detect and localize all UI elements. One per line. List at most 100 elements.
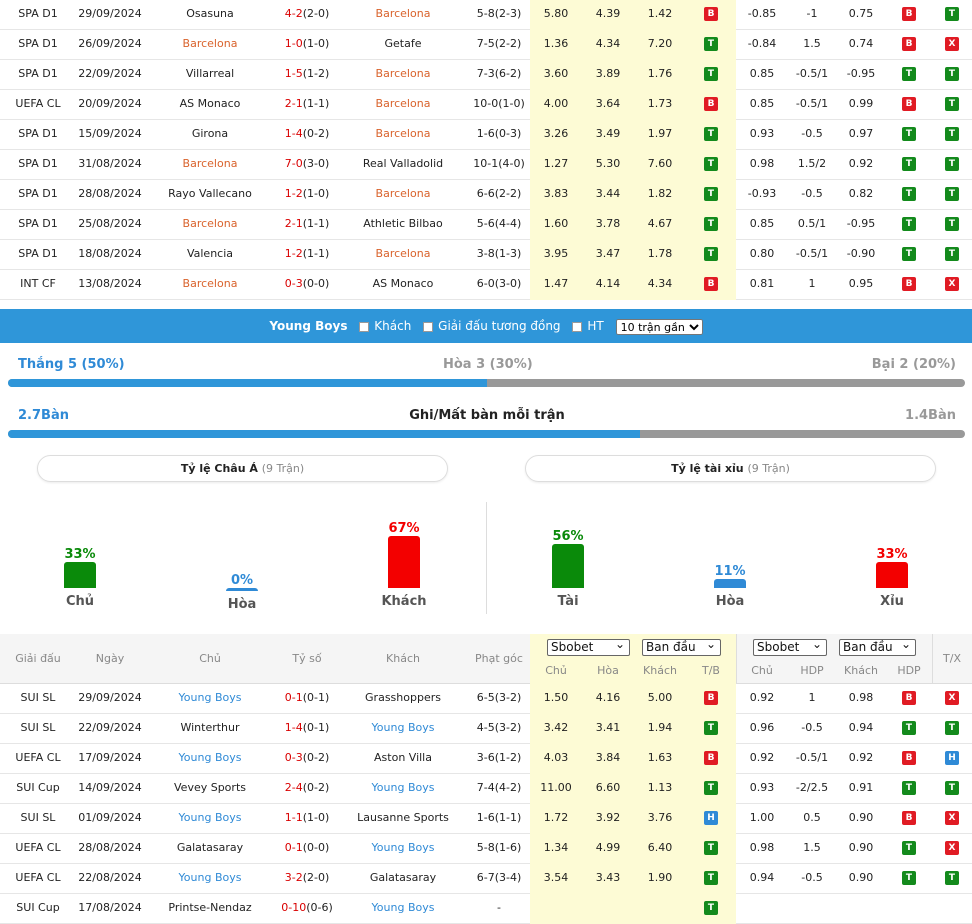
cell-home[interactable]: Printse-Nendaz <box>144 894 276 924</box>
cell-home[interactable]: Young Boys <box>144 684 276 714</box>
result-badge: B <box>704 97 718 111</box>
over-under-tab[interactable]: Tỷ lệ tài xỉu (9 Trận) <box>525 455 936 482</box>
cell-h2: 0.74 <box>836 30 886 60</box>
cell-home[interactable]: Galatasaray <box>144 834 276 864</box>
odds-type-select[interactable]: Ban đầu <box>642 637 721 656</box>
match-count-select[interactable]: 10 trận gần <box>615 318 703 335</box>
ou-bar <box>552 544 584 588</box>
cell-o1: 3.26 <box>530 120 582 150</box>
cell-home[interactable]: Barcelona <box>144 270 276 300</box>
cell-home[interactable]: AS Monaco <box>144 90 276 120</box>
cell-league: SPA D1 <box>0 0 76 30</box>
cell-away[interactable]: Athletic Bilbao <box>338 210 468 240</box>
cell-home[interactable]: Barcelona <box>144 210 276 240</box>
cell-r1: B <box>886 30 932 60</box>
cell-home[interactable]: Young Boys <box>144 744 276 774</box>
cell-text: 5-8(2-3) <box>476 7 522 20</box>
cell-home[interactable]: Young Boys <box>144 864 276 894</box>
cell-hdp: -0.5 <box>788 120 836 150</box>
cell-r1: T <box>886 120 932 150</box>
cell-home[interactable]: Winterthur <box>144 714 276 744</box>
cell-r1: B <box>886 744 932 774</box>
table-row: SPA D1 29/09/2024 Osasuna 4-2(2-0) Barcelona… <box>0 0 972 30</box>
cell-text: 4.67 <box>647 217 673 230</box>
cell-away[interactable]: Grasshoppers <box>338 684 468 714</box>
cell-o1: 1.72 <box>530 804 582 834</box>
cell-away[interactable]: Young Boys <box>338 774 468 804</box>
same-league-checkbox[interactable] <box>423 321 434 332</box>
cell-home[interactable]: Barcelona <box>144 30 276 60</box>
cell-text: Galatasaray <box>369 871 437 884</box>
cell-away[interactable]: Real Valladolid <box>338 150 468 180</box>
cell-away[interactable]: Young Boys <box>338 894 468 924</box>
ht-score: (0-0) <box>302 277 330 290</box>
cell-corner: 5-8(2-3) <box>468 0 530 30</box>
cell-league: SPA D1 <box>0 240 76 270</box>
cell-home[interactable]: Valencia <box>144 240 276 270</box>
cell-text: Real Valladolid <box>362 157 444 170</box>
cell-text: 25/08/2024 <box>78 217 142 230</box>
cell-text: SPA D1 <box>18 7 58 20</box>
hdp-type-select[interactable]: Ban đầu <box>839 637 916 656</box>
hdp-company-select[interactable]: Sbobet <box>753 637 827 656</box>
ht-score: (1-1) <box>302 247 330 260</box>
ht-score: (0-2) <box>302 127 330 140</box>
cell-away[interactable]: Barcelona <box>338 120 468 150</box>
cell-away[interactable]: Galatasaray <box>338 864 468 894</box>
cell-hdp: -0.5 <box>788 180 836 210</box>
cell-text: 1.97 <box>647 127 673 140</box>
cell-text: 1.72 <box>543 811 569 824</box>
cell-o1: 1.34 <box>530 834 582 864</box>
cell-home[interactable]: Girona <box>144 120 276 150</box>
cell-away[interactable]: Barcelona <box>338 0 468 30</box>
cell-o1: 1.60 <box>530 210 582 240</box>
cell-r2 <box>932 894 972 924</box>
cell-away[interactable]: Barcelona <box>338 180 468 210</box>
cell-h1: -0.84 <box>736 30 788 60</box>
ht-score: (0-2) <box>302 781 330 794</box>
cell-away[interactable]: Lausanne Sports <box>338 804 468 834</box>
cell-text: 0.90 <box>848 841 874 854</box>
cell-home[interactable]: Barcelona <box>144 150 276 180</box>
away-checkbox[interactable] <box>359 321 370 332</box>
ht-checkbox[interactable] <box>572 321 583 332</box>
cell-score: 2-1(1-1) <box>276 90 338 120</box>
table-row: SUI Cup 14/09/2024 Vevey Sports 2-4(0-2) You… <box>0 774 972 804</box>
ht-score: (0-2) <box>302 751 330 764</box>
cell-away[interactable]: AS Monaco <box>338 270 468 300</box>
filter-team-name: Young Boys <box>269 319 348 333</box>
cell-away[interactable]: Getafe <box>338 30 468 60</box>
cell-away[interactable]: Barcelona <box>338 60 468 90</box>
cell-date: 26/09/2024 <box>76 30 144 60</box>
cell-text: Barcelona <box>182 157 238 170</box>
cell-away[interactable]: Barcelona <box>338 240 468 270</box>
cell-text: -0.84 <box>747 37 777 50</box>
odds-company-select[interactable]: Sbobet <box>547 637 630 656</box>
cell-home[interactable]: Osasuna <box>144 0 276 30</box>
cell-corner: 1-6(1-1) <box>468 804 530 834</box>
cell-away[interactable]: Young Boys <box>338 714 468 744</box>
cell-o1: 4.00 <box>530 90 582 120</box>
cell-h2: 0.90 <box>836 834 886 864</box>
table-row: SPA D1 31/08/2024 Barcelona 7-0(3-0) Real Va… <box>0 150 972 180</box>
cell-away[interactable]: Young Boys <box>338 834 468 864</box>
cell-score: 1-0(1-0) <box>276 30 338 60</box>
result-badge: T <box>902 187 916 201</box>
cell-text: 1.42 <box>647 7 673 20</box>
cell-tb: T <box>686 150 736 180</box>
cell-home[interactable]: Villarreal <box>144 60 276 90</box>
cell-away[interactable]: Barcelona <box>338 90 468 120</box>
cell-text: 4.00 <box>543 97 569 110</box>
cell-home[interactable]: Vevey Sports <box>144 774 276 804</box>
cell-home[interactable]: Young Boys <box>144 804 276 834</box>
cell-r1: T <box>886 60 932 90</box>
cell-h2: 0.82 <box>836 180 886 210</box>
asian-handicap-tab[interactable]: Tỷ lệ Châu Á (9 Trận) <box>37 455 448 482</box>
cell-text: 1 <box>808 277 816 290</box>
cell-o2 <box>582 894 634 924</box>
col-home: Chủ <box>199 652 221 665</box>
cell-away[interactable]: Aston Villa <box>338 744 468 774</box>
cell-home[interactable]: Rayo Vallecano <box>144 180 276 210</box>
cell-text: Galatasaray <box>176 841 244 854</box>
cell-o2: 3.84 <box>582 744 634 774</box>
